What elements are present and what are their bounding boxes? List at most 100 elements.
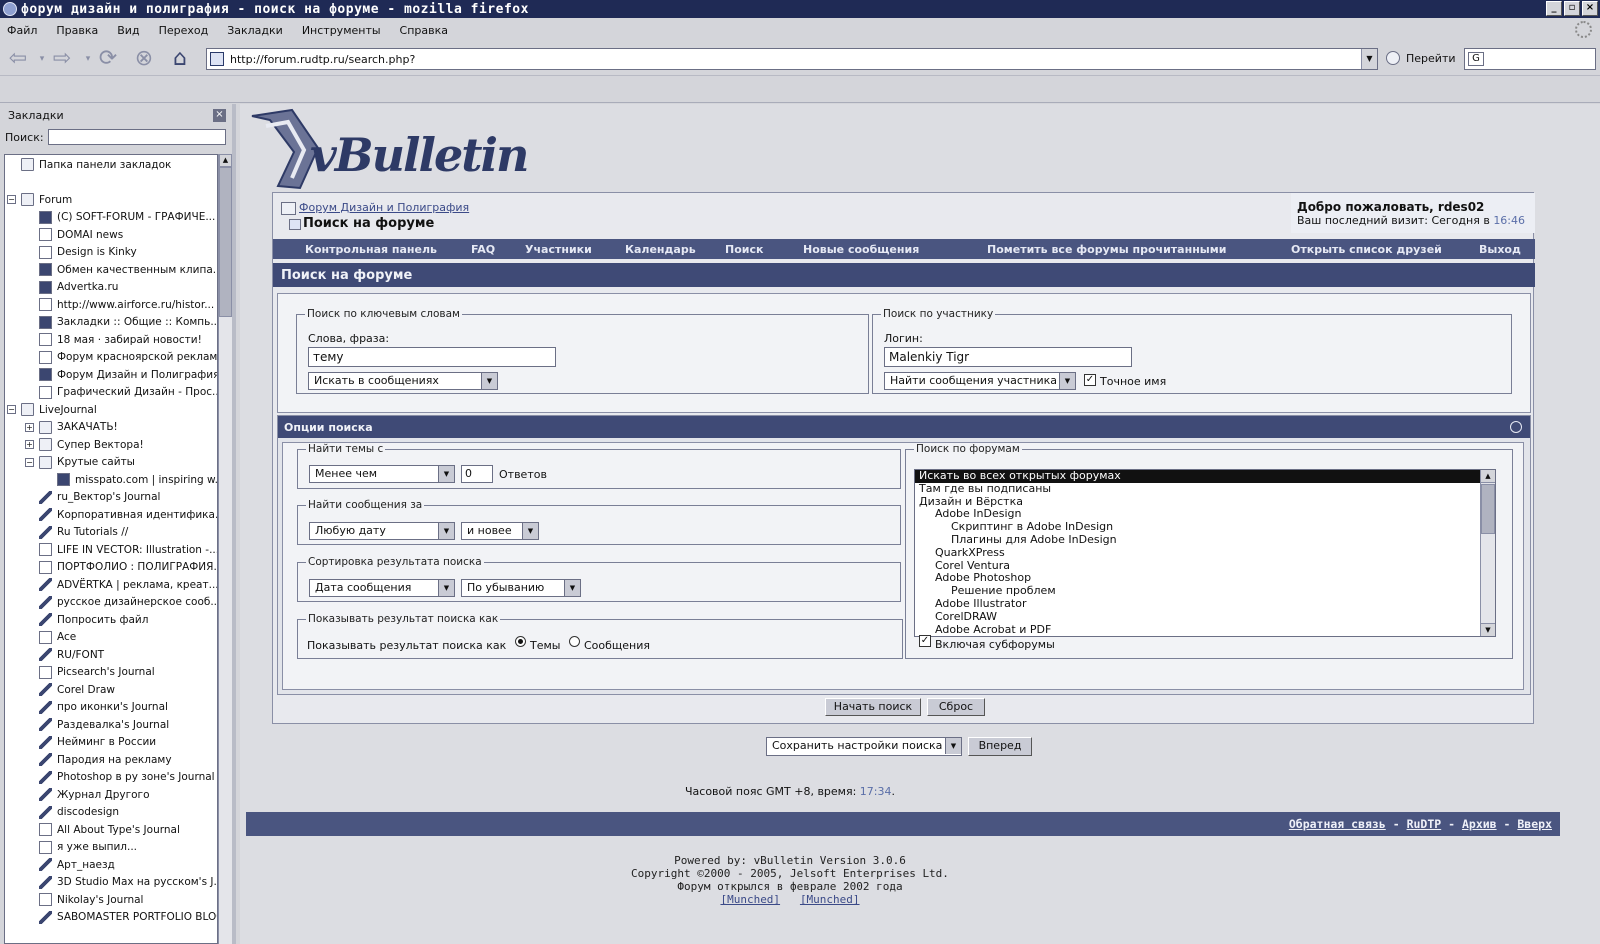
close-window-button[interactable]: × <box>1582 1 1598 16</box>
bookmark-item[interactable]: Advertka.ru <box>5 279 217 297</box>
bookmark-item[interactable]: Photoshop в ру зоне's Journal <box>5 769 217 787</box>
collapse-icon[interactable] <box>1510 421 1522 433</box>
collapse-tree-icon[interactable]: − <box>7 195 16 205</box>
bookmark-item[interactable]: Corel Draw <box>5 681 217 699</box>
nav-faq[interactable]: FAQ <box>471 243 495 256</box>
forum-option[interactable]: Искать во всех открытых форумах <box>915 470 1495 483</box>
home-icon[interactable]: ⌂ <box>168 48 192 70</box>
bookmark-item[interactable]: Раздевалка's Journal <box>5 716 217 734</box>
forum-scroll-thumb[interactable] <box>1481 484 1495 534</box>
bookmark-item[interactable]: − Forum <box>5 191 217 209</box>
nav-logout[interactable]: Выход <box>1479 243 1521 256</box>
bookmark-item[interactable]: − Крутые сайты <box>5 454 217 472</box>
bookmark-item[interactable]: (C) SOFT-FORUM - ГРАФИЧЕ... <box>5 209 217 227</box>
bookmark-item[interactable]: Ace <box>5 629 217 647</box>
sidebar-search-input[interactable] <box>47 129 226 145</box>
footer-rudtp-link[interactable]: RuDTP <box>1407 817 1442 831</box>
bookmark-item[interactable]: Корпоративная идентифика... <box>5 506 217 524</box>
bookmark-item[interactable]: Закладки :: Общие :: Компь... <box>5 314 217 332</box>
nav-members[interactable]: Участники <box>525 243 592 256</box>
forum-option[interactable]: QuarkXPress <box>915 546 1495 560</box>
minimize-button[interactable]: _ <box>1546 1 1562 16</box>
go-button[interactable]: Перейти <box>1386 51 1456 65</box>
forum-scroll-up-icon[interactable]: ▲ <box>1481 470 1495 483</box>
date-range-select[interactable]: Любую дату <box>309 522 455 540</box>
expand-icon[interactable]: + <box>25 422 34 432</box>
replies-count-input[interactable]: 0 <box>461 465 493 483</box>
collapse-tree-icon[interactable]: − <box>7 405 16 415</box>
forum-list-select[interactable]: Искать во всех открытых форумах Там где в… <box>914 469 1496 637</box>
menu-bookmarks[interactable]: Закладки <box>227 24 283 37</box>
maximize-button[interactable]: ▫ <box>1564 1 1580 16</box>
bookmark-item[interactable]: Попросить файл <box>5 611 217 629</box>
menu-help[interactable]: Справка <box>400 24 448 37</box>
munched-link-1[interactable]: [Munched] <box>720 893 780 906</box>
nav-buddy-list[interactable]: Открыть список друзей <box>1291 243 1442 256</box>
bookmark-item[interactable]: All About Type's Journal <box>5 821 217 839</box>
bookmark-item[interactable]: Форум красноярской реклам... <box>5 349 217 367</box>
bookmark-item[interactable]: LIFE IN VECTOR: Illustration -... <box>5 541 217 559</box>
footer-feedback-link[interactable]: Обратная связь <box>1289 817 1386 831</box>
sort-field-select[interactable]: Дата сообщения <box>309 579 455 597</box>
footer-top-link[interactable]: Вверх <box>1517 817 1552 831</box>
replies-compare-select[interactable]: Менее чем <box>309 465 455 483</box>
bookmark-item[interactable]: Nikolay's Journal <box>5 891 217 909</box>
scroll-up-icon[interactable]: ▲ <box>219 154 232 167</box>
bookmark-item[interactable]: русское дизайнерское сооб... <box>5 594 217 612</box>
forum-option[interactable]: Adobe Illustrator <box>915 597 1495 611</box>
nav-new-posts[interactable]: Новые сообщения <box>803 243 919 256</box>
google-engine-icon[interactable]: G <box>1468 52 1484 66</box>
date-direction-select[interactable]: и новее <box>461 522 539 540</box>
bookmark-item[interactable]: Picsearch's Journal <box>5 664 217 682</box>
reset-button[interactable]: Сброс <box>927 698 985 716</box>
forum-scroll-down-icon[interactable]: ▼ <box>1481 623 1495 636</box>
expand-icon[interactable]: + <box>25 440 34 450</box>
bookmark-item[interactable]: Арт_наезд <box>5 856 217 874</box>
menu-tools[interactable]: Инструменты <box>302 24 381 37</box>
bookmark-item[interactable]: про иконки's Journal <box>5 699 217 717</box>
back-arrow-icon[interactable]: ⇦ <box>6 48 30 70</box>
bookmarks-tree[interactable]: Папка панели закладок − Forum (C) SOFT-FORU… <box>4 154 218 944</box>
munched-link-2[interactable]: [Munched] <box>800 893 860 906</box>
bookmark-item[interactable]: + Супер Вектора! <box>5 436 217 454</box>
forward-arrow-icon[interactable]: ⇨ <box>50 48 74 70</box>
breadcrumb-forum-link[interactable]: Форум Дизайн и Полиграфия <box>281 201 469 214</box>
menu-go[interactable]: Переход <box>159 24 209 37</box>
bookmark-item[interactable]: ru_Вектор's Journal <box>5 489 217 507</box>
bookmark-item[interactable]: 3D Studio Max на русском's J... <box>5 874 217 892</box>
bookmark-item[interactable]: RU/FONT <box>5 646 217 664</box>
bookmark-item[interactable]: http://www.airforce.ru/histor... <box>5 296 217 314</box>
forum-option[interactable]: Там где вы подписаны <box>915 482 1495 496</box>
display-posts-radio[interactable] <box>569 636 580 647</box>
bookmark-item[interactable]: discodesign <box>5 804 217 822</box>
nav-mark-read[interactable]: Пометить все форумы прочитанными <box>987 243 1226 256</box>
url-text[interactable]: http://forum.rudtp.ru/search.php? <box>230 53 1361 66</box>
bookmark-item[interactable]: ADVЁRTKA | реклама, креат... <box>5 576 217 594</box>
display-threads-radio[interactable] <box>515 636 526 647</box>
menu-edit[interactable]: Правка <box>56 24 98 37</box>
bookmark-item[interactable]: Обмен качественным клипа... <box>5 261 217 279</box>
stop-icon[interactable]: ⊗ <box>132 48 156 70</box>
user-search-mode-select[interactable]: Найти сообщения участника <box>884 372 1076 390</box>
keyword-scope-select[interactable]: Искать в сообщениях <box>308 372 498 390</box>
username-input[interactable]: Malenkiy Tigr <box>884 347 1132 367</box>
vbulletin-logo[interactable]: vBulletin <box>248 108 529 194</box>
forum-list-scrollbar[interactable]: ▲ ▼ <box>1480 470 1495 636</box>
bookmark-item[interactable]: Журнал Другого <box>5 786 217 804</box>
keyword-input[interactable]: тему <box>308 347 556 367</box>
nav-search[interactable]: Поиск <box>725 243 763 256</box>
exact-name-checkbox[interactable]: ✓ <box>1084 374 1096 386</box>
bookmark-item[interactable]: Ru Tutorials // <box>5 524 217 542</box>
forum-option[interactable]: Плагины для Adobe InDesign <box>915 533 1495 547</box>
reload-icon[interactable]: ⟳ <box>96 48 120 70</box>
bookmark-item[interactable]: Папка панели закладок <box>5 156 217 174</box>
forum-option[interactable]: CorelDRAW <box>915 610 1495 624</box>
web-search-box[interactable]: G <box>1464 48 1596 70</box>
save-search-settings-select[interactable]: Сохранить настройки поиска <box>766 737 962 756</box>
menu-view[interactable]: Вид <box>117 24 139 37</box>
sort-order-select[interactable]: По убыванию <box>461 579 581 597</box>
bookmark-item[interactable]: − LiveJournal <box>5 401 217 419</box>
bookmark-item[interactable]: Форум Дизайн и Полиграфия... <box>5 366 217 384</box>
collapse-tree-icon[interactable]: − <box>25 457 34 467</box>
bookmark-item[interactable]: ПОРТФОЛИО : ПОЛИГРАФИЯ... <box>5 559 217 577</box>
